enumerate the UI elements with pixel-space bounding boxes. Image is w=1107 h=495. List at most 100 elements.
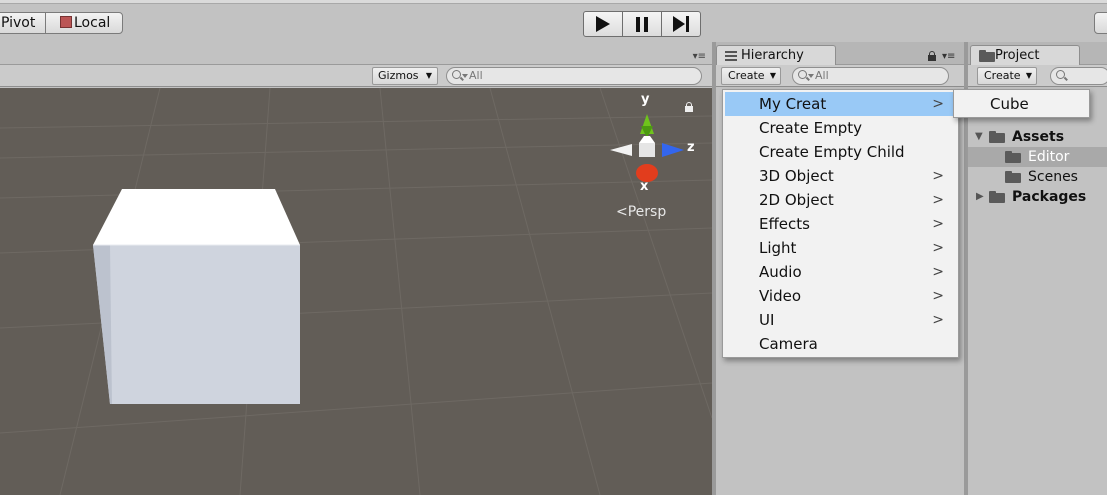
submenu-arrow-icon: > (932, 312, 944, 328)
gizmo-label-y: y (641, 92, 650, 107)
gizmos-label: Gizmos (378, 69, 419, 82)
scene-search-input[interactable]: All (446, 67, 702, 85)
menu-item-label: Light (759, 239, 797, 257)
main-toolbar: Pivot Local (0, 0, 1107, 42)
tab-hierarchy[interactable]: Hierarchy (716, 45, 836, 66)
menu-item-label: Video (759, 287, 802, 305)
local-label: Local (74, 15, 111, 31)
hierarchy-tab-bar: Hierarchy ▾≡ (716, 42, 964, 66)
menu-item-light[interactable]: Light > (725, 236, 956, 260)
gizmos-dropdown[interactable]: Gizmos ▼ (372, 67, 438, 85)
expand-arrow-icon[interactable]: ▼ (975, 127, 983, 147)
menu-bar-edge (0, 0, 1107, 4)
step-button[interactable] (661, 11, 701, 37)
folder-icon (1005, 151, 1021, 163)
search-icon (798, 70, 807, 79)
persp-text: Persp (627, 204, 667, 220)
dropdown-arrow-icon: ▼ (769, 71, 776, 80)
hierarchy-search-input[interactable]: All (792, 67, 949, 85)
play-icon (596, 16, 610, 32)
cube-object[interactable] (93, 189, 300, 404)
scene-canvas (0, 88, 712, 495)
menu-item-label: UI (759, 311, 775, 329)
gizmo-center-cube (639, 143, 655, 157)
hierarchy-lock-icon[interactable] (928, 51, 936, 61)
hierarchy-tab-label: Hierarchy (741, 48, 804, 63)
pivot-label: Pivot (1, 15, 36, 31)
project-create-label: Create (984, 69, 1021, 82)
menu-item-create-empty-child[interactable]: Create Empty Child (725, 140, 956, 164)
menu-item-video[interactable]: Video > (725, 284, 956, 308)
menu-item-ui[interactable]: UI > (725, 308, 956, 332)
cube-shade-left (93, 245, 112, 404)
local-toggle-button[interactable]: Local (45, 12, 123, 34)
project-folder-icon (979, 50, 995, 62)
search-filter-arrow-icon (808, 74, 814, 78)
menu-item-create-empty[interactable]: Create Empty (725, 116, 956, 140)
scene-search-placeholder: All (469, 69, 483, 82)
project-tree: ▼ Assets Editor Scenes ▶ Packages (968, 88, 1107, 495)
menu-item-label: 3D Object (759, 167, 834, 185)
play-button[interactable] (583, 11, 623, 37)
cube-front-face (93, 245, 300, 404)
tree-label: Packages (1012, 189, 1087, 205)
hierarchy-toolbar: Create ▼ All (716, 65, 964, 87)
dropdown-arrow-icon: ▼ (425, 71, 432, 80)
pause-button[interactable] (622, 11, 662, 37)
project-tab-label: Project (995, 48, 1040, 63)
gizmo-z-cone (662, 143, 684, 157)
folder-icon (989, 131, 1005, 143)
submenu-arrow-icon: > (932, 168, 944, 184)
folder-icon (1005, 171, 1021, 183)
submenu-arrow-icon: > (932, 216, 944, 232)
scene-panel-menu-icon[interactable]: ▾≡ (693, 51, 706, 62)
tree-label: Editor (1028, 149, 1070, 165)
menu-item-my-creat[interactable]: My Creat > (725, 92, 956, 116)
tree-row-packages[interactable]: ▶ Packages (968, 187, 1107, 207)
search-icon (1056, 70, 1065, 79)
tree-label: Assets (1012, 129, 1065, 145)
scene-toolbar: Gizmos ▼ All (0, 65, 712, 87)
pivot-toggle-button[interactable]: Pivot (0, 12, 46, 34)
layers-dropdown-button[interactable] (1094, 12, 1107, 34)
menu-item-label: 2D Object (759, 191, 834, 209)
menu-item-camera[interactable]: Camera (725, 332, 956, 356)
menu-item-2d-object[interactable]: 2D Object > (725, 188, 956, 212)
hierarchy-create-label: Create (728, 69, 765, 82)
submenu-item-cube[interactable]: Cube (956, 92, 1089, 117)
menu-item-label: Camera (759, 335, 818, 353)
local-cube-icon (60, 16, 72, 28)
orientation-gizmo[interactable] (610, 114, 684, 182)
menu-item-label: Create Empty (759, 119, 862, 137)
tree-row-editor[interactable]: Editor (968, 147, 1107, 167)
gizmo-label-z: z (687, 140, 695, 155)
create-context-menu: My Creat > Create Empty Create Empty Chi… (722, 89, 959, 358)
scene-viewport[interactable]: y z x <Persp (0, 88, 712, 495)
hierarchy-create-dropdown[interactable]: Create ▼ (721, 67, 781, 85)
perspective-label[interactable]: <Persp (616, 204, 666, 220)
tab-project[interactable]: Project (970, 45, 1080, 66)
submenu-arrow-icon: > (932, 240, 944, 256)
menu-item-effects[interactable]: Effects > (725, 212, 956, 236)
submenu-arrow-icon: > (932, 288, 944, 304)
menu-item-3d-object[interactable]: 3D Object > (725, 164, 956, 188)
persp-chevron-icon: < (616, 204, 628, 220)
cube-top-face (93, 189, 300, 245)
gizmo-label-x: x (640, 179, 649, 194)
pause-icon (636, 16, 648, 32)
my-creat-submenu: Cube (953, 89, 1090, 118)
project-create-dropdown[interactable]: Create ▼ (977, 67, 1037, 85)
search-icon (452, 70, 461, 79)
project-search-input[interactable] (1050, 67, 1107, 85)
collapse-arrow-icon[interactable]: ▶ (976, 187, 984, 207)
tree-row-scenes[interactable]: Scenes (968, 167, 1107, 187)
scene-lock-icon[interactable] (684, 102, 694, 112)
menu-item-audio[interactable]: Audio > (725, 260, 956, 284)
scene-tab-bar: ▾≡ (0, 42, 712, 65)
project-tab-bar: Project (968, 42, 1107, 66)
hierarchy-list-icon (725, 51, 737, 61)
step-icon (673, 16, 689, 32)
gizmo-neg-x-cone (610, 144, 632, 156)
hierarchy-panel-menu-icon[interactable]: ▾≡ (942, 51, 955, 62)
tree-row-assets[interactable]: ▼ Assets (968, 127, 1107, 147)
